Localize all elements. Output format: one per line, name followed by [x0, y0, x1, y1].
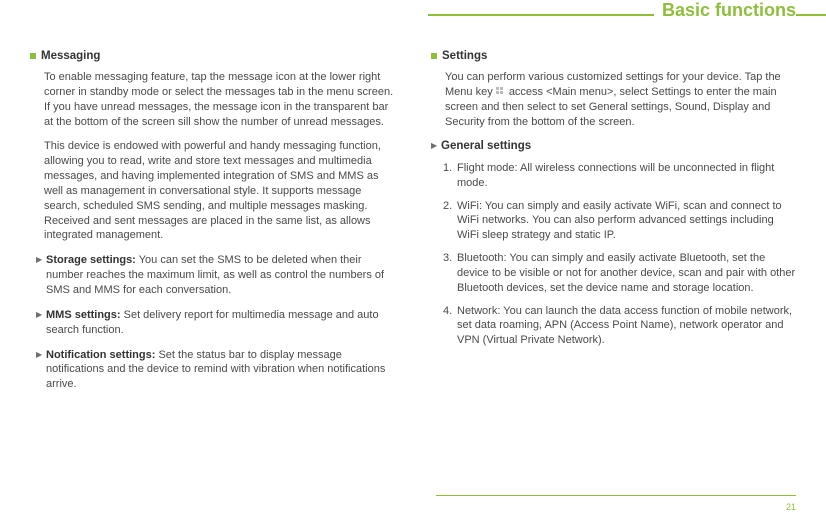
- notif-label: Notification settings:: [46, 349, 155, 361]
- footer-rule: [436, 495, 796, 496]
- arrow-icon: ▶: [36, 255, 42, 266]
- arrow-icon: ▶: [431, 141, 437, 152]
- item-number: 2.: [443, 199, 452, 214]
- section-messaging: Messaging: [30, 50, 395, 62]
- settings-para: You can perform various customized setti…: [445, 70, 796, 129]
- square-bullet-icon: [30, 53, 36, 59]
- section-title: General settings: [441, 140, 531, 152]
- item-text: Network: You can launch the data access …: [457, 305, 792, 347]
- general-settings-list: 1. Flight mode: All wireless connections…: [443, 161, 796, 348]
- page-number: 21: [786, 502, 796, 512]
- right-column: Settings You can perform various customi…: [431, 16, 796, 402]
- list-item: 4. Network: You can launch the data acce…: [443, 304, 796, 349]
- item-text: Flight mode: All wireless connections wi…: [457, 162, 774, 189]
- messaging-para-2: This device is endowed with powerful and…: [44, 139, 395, 243]
- list-item: 3. Bluetooth: You can simply and easily …: [443, 251, 796, 296]
- item-number: 1.: [443, 161, 452, 176]
- section-title: Settings: [442, 50, 487, 62]
- messaging-para-1: To enable messaging feature, tap the mes…: [44, 70, 395, 129]
- list-item: 1. Flight mode: All wireless connections…: [443, 161, 796, 191]
- section-general-settings: ▶ General settings: [431, 139, 796, 155]
- arrow-icon: ▶: [36, 350, 42, 361]
- storage-settings: ▶ Storage settings: You can set the SMS …: [36, 253, 395, 298]
- item-number: 4.: [443, 304, 452, 319]
- item-text: Bluetooth: You can simply and easily act…: [457, 252, 795, 294]
- item-number: 3.: [443, 251, 452, 266]
- left-column: Messaging To enable messaging feature, t…: [30, 16, 395, 402]
- arrow-icon: ▶: [36, 310, 42, 321]
- page-title: Basic functions: [654, 0, 796, 21]
- item-text: WiFi: You can simply and easily activate…: [457, 200, 782, 242]
- list-item: 2. WiFi: You can simply and easily activ…: [443, 199, 796, 244]
- menu-key-icon: [496, 87, 506, 97]
- notification-settings: ▶ Notification settings: Set the status …: [36, 348, 395, 393]
- section-settings: Settings: [431, 50, 796, 62]
- square-bullet-icon: [431, 53, 437, 59]
- section-title: Messaging: [41, 50, 100, 62]
- storage-label: Storage settings:: [46, 254, 136, 266]
- mms-label: MMS settings:: [46, 309, 121, 321]
- page-body: Messaging To enable messaging feature, t…: [0, 0, 826, 402]
- mms-settings: ▶ MMS settings: Set delivery report for …: [36, 308, 395, 338]
